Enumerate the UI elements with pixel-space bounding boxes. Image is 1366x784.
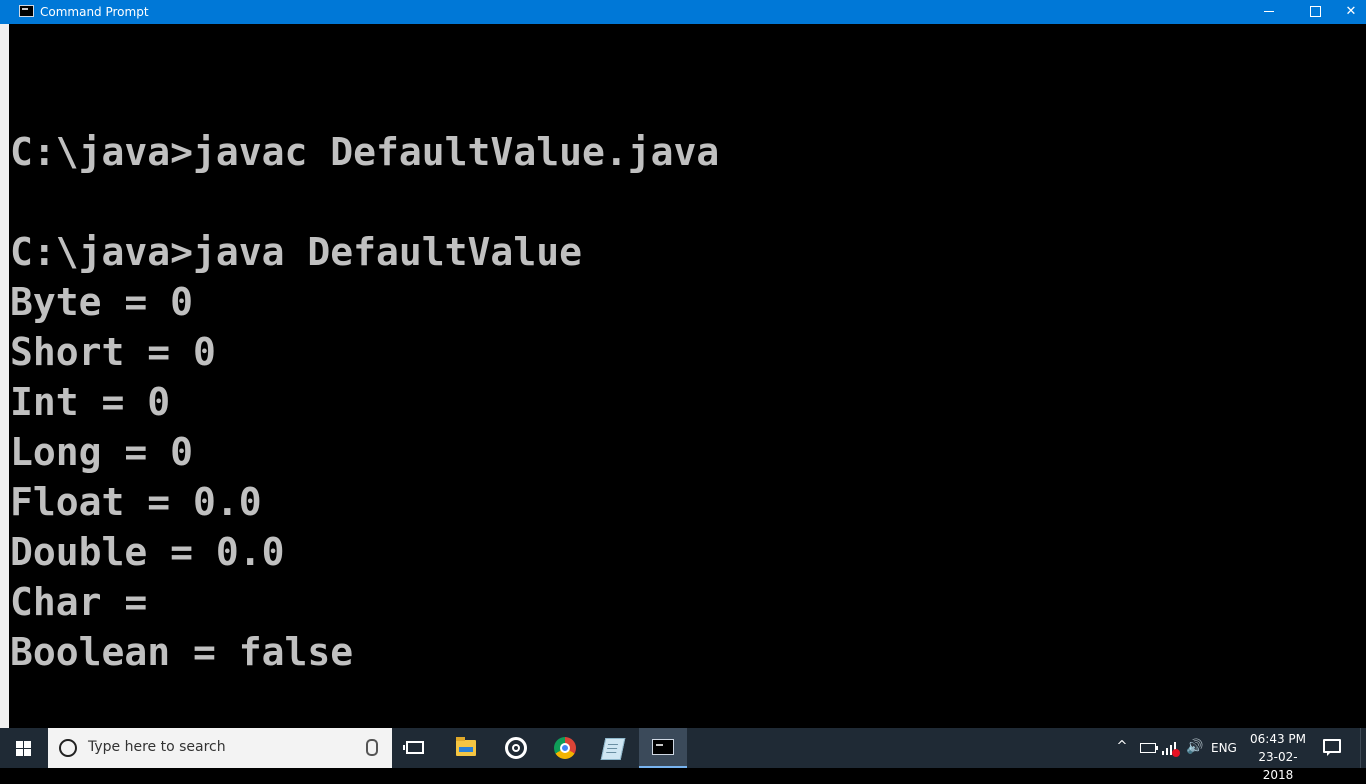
maximize-button[interactable] bbox=[1292, 0, 1338, 24]
chevron-up-icon: ^ bbox=[1116, 739, 1128, 754]
console-line: Long = 0 bbox=[10, 430, 194, 474]
chrome-button[interactable] bbox=[541, 728, 589, 768]
console-line: Double = 0.0 bbox=[10, 530, 285, 574]
task-view-icon bbox=[403, 741, 424, 754]
console-line: Boolean = false bbox=[10, 630, 354, 674]
volume-icon[interactable]: 🔊 bbox=[1186, 739, 1203, 755]
console-text: C:\java>javac DefaultValue.java C:\java>j… bbox=[10, 77, 719, 728]
clock[interactable]: 06:43 PM 23-02-2018 bbox=[1244, 730, 1312, 782]
cmd-window-icon[interactable] bbox=[19, 5, 34, 17]
action-center-icon[interactable] bbox=[1323, 739, 1341, 756]
microphone-icon[interactable] bbox=[366, 739, 378, 756]
file-explorer-button[interactable] bbox=[442, 728, 490, 768]
clock-time: 06:43 PM bbox=[1250, 732, 1306, 746]
start-button[interactable] bbox=[0, 728, 48, 768]
search-box[interactable]: Type here to search bbox=[48, 728, 392, 768]
search-input[interactable]: Type here to search bbox=[88, 739, 226, 755]
cortana-icon bbox=[505, 737, 527, 759]
command-prompt-taskbar-button[interactable] bbox=[639, 728, 687, 768]
task-view-button[interactable] bbox=[392, 728, 440, 768]
window-title: Command Prompt bbox=[40, 5, 149, 19]
console-line: Float = 0.0 bbox=[10, 480, 262, 524]
taskbar: Type here to search ^ 🔊 ENG 06:43 PM 23-… bbox=[0, 728, 1366, 782]
title-bar[interactable]: Command Prompt ✕ bbox=[0, 0, 1366, 24]
close-button[interactable]: ✕ bbox=[1336, 0, 1366, 24]
console-line: Int = 0 bbox=[10, 380, 171, 424]
console-line: C:\java>javac DefaultValue.java bbox=[10, 130, 720, 174]
console-line: C:\java>java DefaultValue bbox=[10, 230, 582, 274]
notes-app-button[interactable] bbox=[589, 728, 637, 768]
chrome-icon bbox=[554, 737, 576, 759]
input-language[interactable]: ENG bbox=[1211, 728, 1239, 768]
battery-icon[interactable] bbox=[1140, 743, 1158, 753]
command-prompt-window: Command Prompt ✕ C:\java>javac DefaultVa… bbox=[0, 0, 1366, 728]
console-line: Byte = 0 bbox=[10, 280, 194, 324]
show-desktop-button[interactable] bbox=[1360, 728, 1366, 768]
window-left-border bbox=[0, 24, 9, 728]
minimize-icon bbox=[1264, 11, 1274, 12]
minimize-button[interactable] bbox=[1246, 0, 1292, 24]
console-line: Short = 0 bbox=[10, 330, 216, 374]
windows-logo-icon bbox=[16, 741, 32, 756]
console-output[interactable]: C:\java>javac DefaultValue.java C:\java>j… bbox=[9, 24, 1366, 728]
maximize-icon bbox=[1309, 6, 1321, 17]
close-icon: ✕ bbox=[1345, 4, 1357, 19]
notes-icon bbox=[600, 738, 626, 760]
console-line: Char = bbox=[10, 580, 148, 624]
folder-icon bbox=[456, 737, 476, 756]
network-disconnected-icon bbox=[1172, 749, 1180, 757]
show-hidden-icons-button[interactable]: ^ bbox=[1114, 737, 1130, 757]
network-icon[interactable] bbox=[1162, 739, 1180, 757]
clock-date: 23-02-2018 bbox=[1258, 750, 1298, 782]
search-icon bbox=[59, 739, 77, 757]
cortana-button[interactable] bbox=[492, 728, 540, 768]
cmd-icon bbox=[652, 739, 674, 755]
